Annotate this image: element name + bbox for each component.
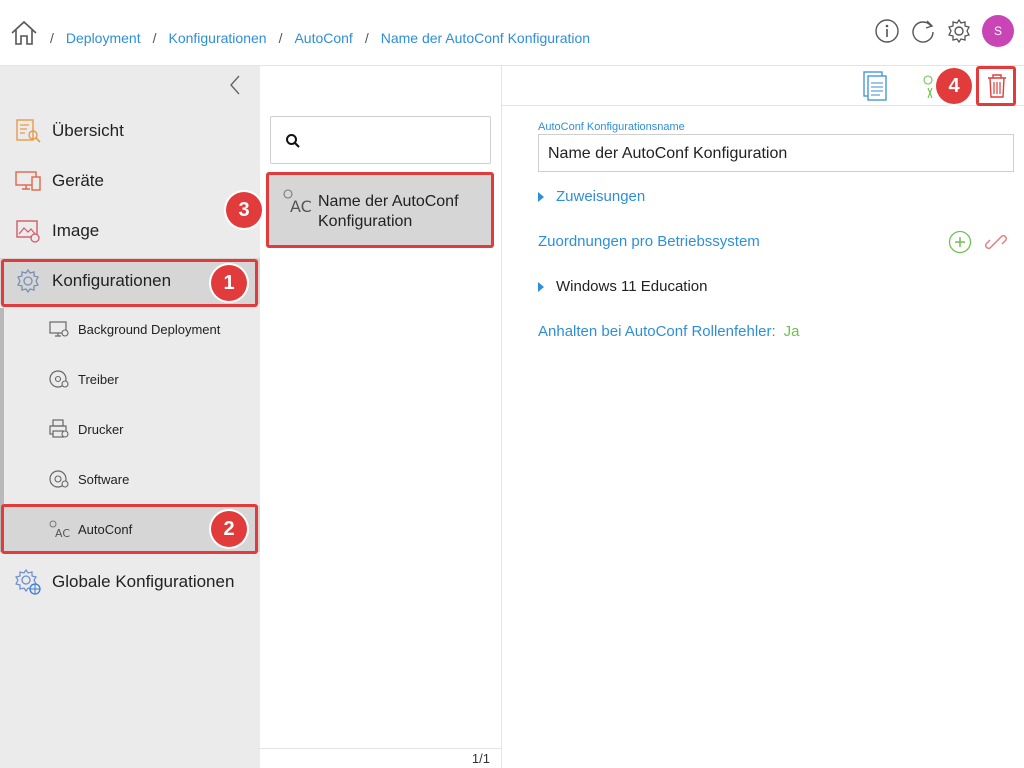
sidebar-subitem-software[interactable]: Software bbox=[4, 456, 260, 502]
add-circle-icon[interactable] bbox=[948, 230, 972, 254]
settings-gear-icon[interactable] bbox=[946, 18, 972, 44]
sidebar-item-uebersicht[interactable]: Übersicht bbox=[0, 108, 260, 154]
assignments-label: Zuweisungen bbox=[556, 188, 646, 205]
expand-triangle-icon bbox=[538, 191, 544, 202]
sidebar-item-globale-konfigurationen[interactable]: Globale Konfigurationen bbox=[0, 559, 260, 605]
sidebar-subitem-label: Software bbox=[78, 471, 130, 487]
os-item-toggle[interactable]: Windows 11 Education bbox=[538, 278, 707, 295]
os-mapping-row: Zuordnungen pro Betriebssystem bbox=[538, 230, 1014, 254]
name-field-label: AutoConf Konfigurationsname bbox=[538, 121, 685, 133]
sidebar-subitem-treiber[interactable]: Treiber bbox=[4, 356, 260, 402]
breadcrumb: / Deployment / Konfigurationen / AutoCon… bbox=[50, 30, 602, 46]
stop-on-error-label: Anhalten bei AutoConf Rollenfehler: bbox=[538, 323, 776, 340]
sidebar-subitem-label: Drucker bbox=[78, 421, 124, 437]
pager-count: 1/1 bbox=[471, 751, 490, 766]
sidebar-item-label: Image bbox=[52, 221, 100, 240]
sidebar: Übersicht Geräte Image Konfigurationen 1 bbox=[0, 66, 260, 768]
sidebar-item-label: Globale Konfigurationen bbox=[52, 572, 235, 591]
step-badge-1: 1 bbox=[211, 265, 247, 301]
global-config-icon bbox=[15, 568, 41, 595]
top-bar: / Deployment / Konfigurationen / AutoCon… bbox=[0, 0, 1024, 66]
info-icon[interactable] bbox=[874, 18, 900, 44]
sidebar-item-label: Übersicht bbox=[52, 121, 124, 140]
copy-document-icon[interactable] bbox=[860, 70, 890, 102]
step-badge-2: 2 bbox=[211, 511, 247, 547]
stop-on-error-value[interactable]: Ja bbox=[784, 323, 800, 340]
assignments-toggle[interactable]: Zuweisungen bbox=[538, 188, 645, 205]
background-deployment-icon bbox=[49, 321, 69, 337]
sidebar-subitem-background-deployment[interactable]: Background Deployment bbox=[4, 306, 260, 352]
header-actions: S bbox=[874, 15, 1014, 47]
breadcrumb-separator: / bbox=[278, 30, 283, 46]
driver-disc-icon bbox=[49, 370, 69, 388]
breadcrumb-autoconf[interactable]: AutoConf bbox=[294, 30, 352, 46]
step-badge-4: 4 bbox=[936, 68, 972, 104]
highlight-frame-4 bbox=[976, 66, 1016, 106]
sidebar-subitem-label: Background Deployment bbox=[78, 321, 221, 337]
list-panel: AC Name der AutoConf Konfiguration 3 1/1 bbox=[226, 66, 502, 768]
breadcrumb-separator: / bbox=[152, 30, 157, 46]
sidebar-item-geraete[interactable]: Geräte bbox=[0, 158, 260, 204]
home-icon[interactable] bbox=[10, 20, 38, 46]
sidebar-item-image[interactable]: Image bbox=[0, 208, 260, 254]
refresh-icon[interactable] bbox=[910, 18, 936, 44]
detail-panel: AutoConf Konfigurationsname Name der Aut… bbox=[502, 106, 1024, 768]
os-item-label: Windows 11 Education bbox=[556, 278, 708, 295]
os-mapping-label: Zuordnungen pro Betriebssystem bbox=[538, 233, 760, 250]
printer-icon bbox=[49, 419, 69, 438]
search-field[interactable] bbox=[270, 116, 491, 164]
breadcrumb-current[interactable]: Name der AutoConf Konfiguration bbox=[381, 30, 590, 46]
name-field[interactable]: Name der AutoConf Konfiguration bbox=[538, 134, 1014, 172]
highlight-frame-3 bbox=[266, 172, 494, 248]
software-disc-icon bbox=[49, 470, 69, 488]
expand-triangle-icon bbox=[538, 281, 544, 292]
unlink-chain-icon[interactable] bbox=[984, 230, 1008, 254]
image-icon bbox=[16, 220, 40, 243]
breadcrumb-separator: / bbox=[364, 30, 369, 46]
sidebar-subitem-label: Treiber bbox=[78, 371, 119, 387]
overview-icon bbox=[16, 119, 41, 143]
breadcrumb-deployment[interactable]: Deployment bbox=[66, 30, 141, 46]
sidebar-collapse-chevron-icon[interactable] bbox=[228, 74, 242, 96]
breadcrumb-separator: / bbox=[50, 30, 54, 46]
step-badge-3: 3 bbox=[226, 192, 262, 228]
user-avatar[interactable]: S bbox=[982, 15, 1014, 47]
breadcrumb-konfigurationen[interactable]: Konfigurationen bbox=[168, 30, 266, 46]
devices-icon bbox=[15, 171, 41, 191]
pager: 1/1 bbox=[260, 748, 502, 768]
sidebar-subitem-drucker[interactable]: Drucker bbox=[4, 406, 260, 452]
stop-on-error-row: Anhalten bei AutoConf Rollenfehler: Ja bbox=[538, 323, 800, 340]
search-icon bbox=[286, 134, 300, 148]
sidebar-item-label: Geräte bbox=[52, 171, 104, 190]
